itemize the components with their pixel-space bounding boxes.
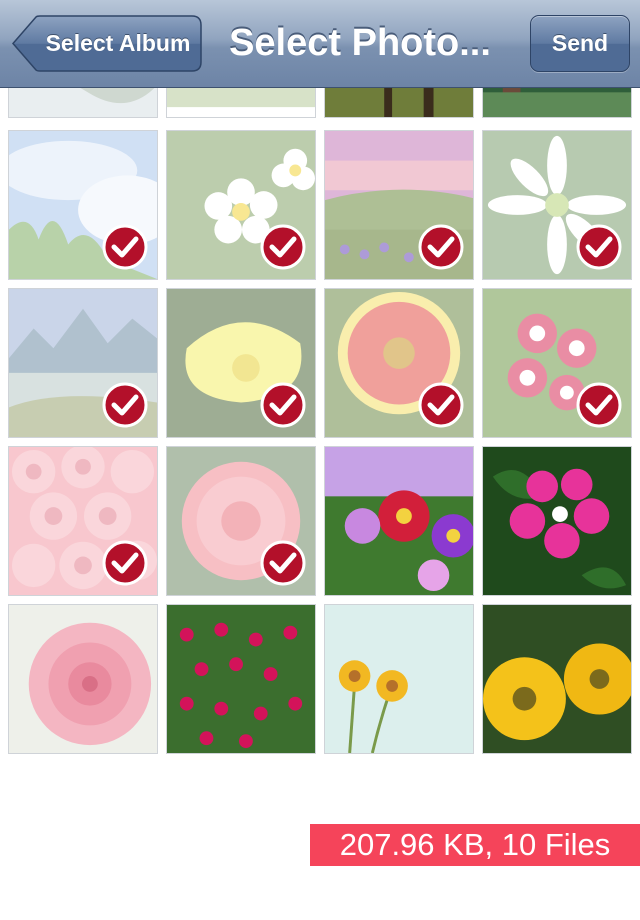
selection-summary-badge: 207.96 KB, 10 Files — [310, 824, 640, 866]
checkmark-icon — [576, 224, 622, 270]
photo-thumbnail[interactable] — [482, 446, 632, 596]
photo-thumbnail[interactable] — [324, 604, 474, 754]
photo-thumbnail[interactable] — [8, 446, 158, 596]
checkmark-icon — [260, 540, 306, 586]
photo-grid — [0, 0, 640, 760]
photo-thumbnail[interactable] — [166, 130, 316, 280]
checkmark-icon — [260, 224, 306, 270]
checkmark-icon — [418, 382, 464, 428]
photo-thumbnail[interactable] — [324, 130, 474, 280]
back-button-label: Select Album — [45, 30, 191, 56]
photo-thumbnail[interactable] — [166, 288, 316, 438]
photo-thumbnail[interactable] — [482, 604, 632, 754]
photo-thumbnail[interactable] — [324, 446, 474, 596]
photo-thumbnail[interactable] — [8, 604, 158, 754]
photo-thumbnail[interactable] — [8, 288, 158, 438]
photo-thumbnail[interactable] — [8, 130, 158, 280]
photo-thumbnail[interactable] — [324, 288, 474, 438]
photo-thumbnail[interactable] — [482, 130, 632, 280]
back-button[interactable]: Select Album — [12, 15, 202, 72]
navigation-bar: Select Album Select Photo... Send — [0, 0, 640, 88]
photo-thumbnail[interactable] — [482, 288, 632, 438]
checkmark-icon — [102, 382, 148, 428]
send-button[interactable]: Send — [530, 15, 630, 72]
checkmark-icon — [102, 540, 148, 586]
checkmark-icon — [576, 382, 622, 428]
photo-thumbnail[interactable] — [166, 446, 316, 596]
checkmark-icon — [260, 382, 306, 428]
checkmark-icon — [102, 224, 148, 270]
checkmark-icon — [418, 224, 464, 270]
page-title: Select Photo... — [229, 22, 491, 64]
photo-thumbnail[interactable] — [166, 604, 316, 754]
